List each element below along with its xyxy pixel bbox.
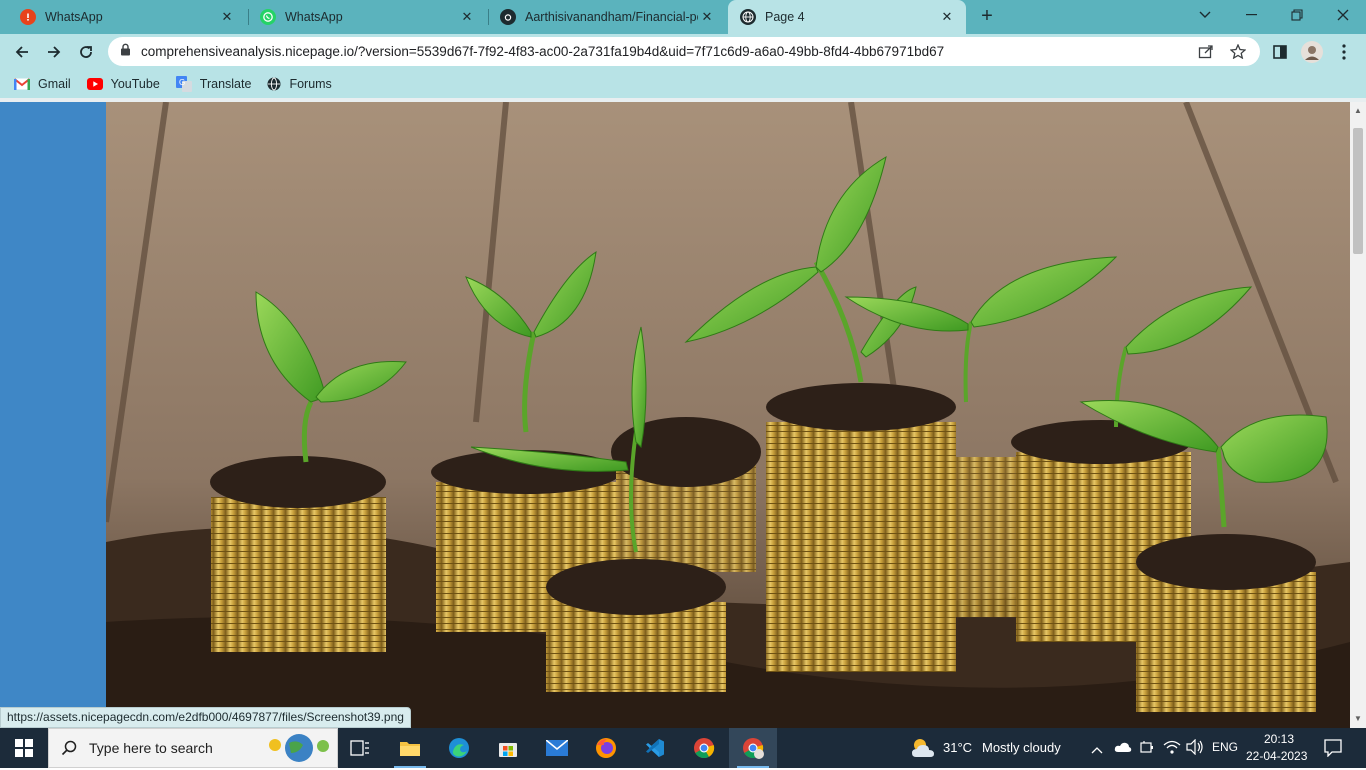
tab-github[interactable]: Aarthisivanandham/Financial-pe ✕ [488, 0, 726, 34]
bookmark-gmail[interactable]: Gmail [14, 77, 71, 91]
bookmark-label: Gmail [38, 77, 71, 91]
taskbar-search-box[interactable]: Type here to search [48, 728, 338, 768]
clock-time[interactable]: 20:13 [1264, 732, 1294, 746]
search-icon [61, 740, 77, 756]
bookmark-translate[interactable]: G Translate [175, 76, 252, 92]
task-view-icon[interactable] [336, 728, 384, 768]
reload-button[interactable] [72, 38, 100, 66]
whatsapp-icon [260, 9, 276, 25]
forward-button[interactable] [40, 38, 68, 66]
scroll-up-arrow-icon[interactable]: ▲ [1354, 106, 1362, 115]
tab-page-4[interactable]: Page 4 ✕ [728, 0, 966, 34]
tab-title: Page 4 [765, 10, 805, 24]
show-hidden-icons-chevron-icon[interactable] [1091, 741, 1103, 759]
start-button[interactable] [0, 728, 48, 768]
onedrive-cloud-icon[interactable] [1114, 740, 1132, 758]
tab-search-chevron-icon[interactable] [1182, 0, 1228, 30]
share-icon[interactable] [1198, 44, 1214, 64]
menu-kebab-icon[interactable] [1332, 40, 1356, 64]
bookmark-label: Forums [289, 77, 332, 91]
page-scrollbar[interactable]: ▲ ▼ [1350, 102, 1366, 728]
scrollbar-thumb[interactable] [1353, 128, 1363, 254]
profile-avatar[interactable] [1300, 40, 1324, 64]
blue-sidebar-panel [0, 102, 106, 728]
bookmark-forums[interactable]: Forums [267, 77, 332, 91]
globe-icon [267, 77, 281, 91]
close-tab-icon[interactable]: ✕ [458, 8, 476, 26]
tab-title: WhatsApp [285, 10, 343, 24]
edge-icon[interactable] [435, 728, 483, 768]
gmail-icon [14, 78, 30, 90]
bookmark-youtube[interactable]: YouTube [86, 77, 160, 91]
github-icon [500, 9, 516, 25]
translate-icon: G [175, 76, 192, 92]
scroll-down-arrow-icon[interactable]: ▼ [1354, 714, 1362, 723]
close-tab-icon[interactable]: ✕ [938, 8, 956, 26]
close-tab-icon[interactable]: ✕ [218, 8, 236, 26]
back-button[interactable] [8, 38, 36, 66]
svg-text:G: G [179, 78, 185, 87]
close-window-button[interactable] [1320, 0, 1366, 30]
link-status-bubble: https://assets.nicepagecdn.com/e2dfb000/… [0, 707, 411, 728]
weather-temperature[interactable]: 31°C [943, 740, 972, 755]
hero-image-coins-plants [106, 102, 1350, 728]
weather-cloudy-icon[interactable] [910, 737, 936, 764]
globe-icon [740, 9, 756, 25]
tab-title: Aarthisivanandham/Financial-pe [525, 10, 698, 24]
windows-taskbar: Type here to search 31°C Mostly cloudy E… [0, 728, 1366, 768]
side-panel-icon[interactable] [1268, 40, 1292, 64]
file-explorer-icon[interactable] [386, 728, 434, 768]
firefox-icon[interactable] [582, 728, 630, 768]
mail-icon[interactable] [533, 728, 581, 768]
microsoft-store-icon[interactable] [484, 728, 532, 768]
url-text[interactable]: comprehensiveanalysis.nicepage.io/?versi… [141, 44, 944, 59]
battery-power-icon[interactable] [1140, 740, 1156, 759]
chrome-profile-window-icon[interactable] [729, 728, 777, 768]
page-content: ▲ ▼ [0, 102, 1366, 728]
youtube-icon [86, 78, 103, 90]
tab-whatsapp-2[interactable]: WhatsApp ✕ [248, 0, 486, 34]
chrome-icon[interactable] [680, 728, 728, 768]
bookmarks-bar: Gmail YouTube G Translate Forums [0, 70, 1366, 98]
lock-icon[interactable] [120, 43, 131, 61]
vscode-icon[interactable] [631, 728, 679, 768]
wifi-icon[interactable] [1163, 739, 1181, 760]
input-language[interactable]: ENG [1212, 740, 1238, 754]
weather-description[interactable]: Mostly cloudy [982, 740, 1061, 755]
search-highlight-earth-icon [263, 731, 333, 770]
restore-button[interactable] [1274, 0, 1320, 30]
minimize-button[interactable] [1228, 0, 1274, 30]
notifications-icon[interactable] [1324, 739, 1342, 762]
address-bar[interactable]: comprehensiveanalysis.nicepage.io/?versi… [108, 37, 1260, 66]
search-placeholder: Type here to search [89, 740, 213, 756]
new-tab-button[interactable]: + [976, 6, 998, 28]
browser-toolbar: comprehensiveanalysis.nicepage.io/?versi… [0, 34, 1366, 70]
close-tab-icon[interactable]: ✕ [698, 8, 716, 26]
volume-speaker-icon[interactable] [1186, 738, 1204, 760]
alert-icon [20, 9, 36, 25]
tab-whatsapp-1[interactable]: WhatsApp ✕ [8, 0, 246, 34]
tab-strip: WhatsApp ✕ WhatsApp ✕ Aarthisivanandham/… [0, 0, 1366, 34]
bookmark-star-icon[interactable] [1229, 43, 1247, 64]
clock-date[interactable]: 22-04-2023 [1246, 749, 1307, 763]
tab-title: WhatsApp [45, 10, 103, 24]
bookmark-label: Translate [199, 77, 252, 91]
bookmark-label: YouTube [110, 77, 160, 91]
